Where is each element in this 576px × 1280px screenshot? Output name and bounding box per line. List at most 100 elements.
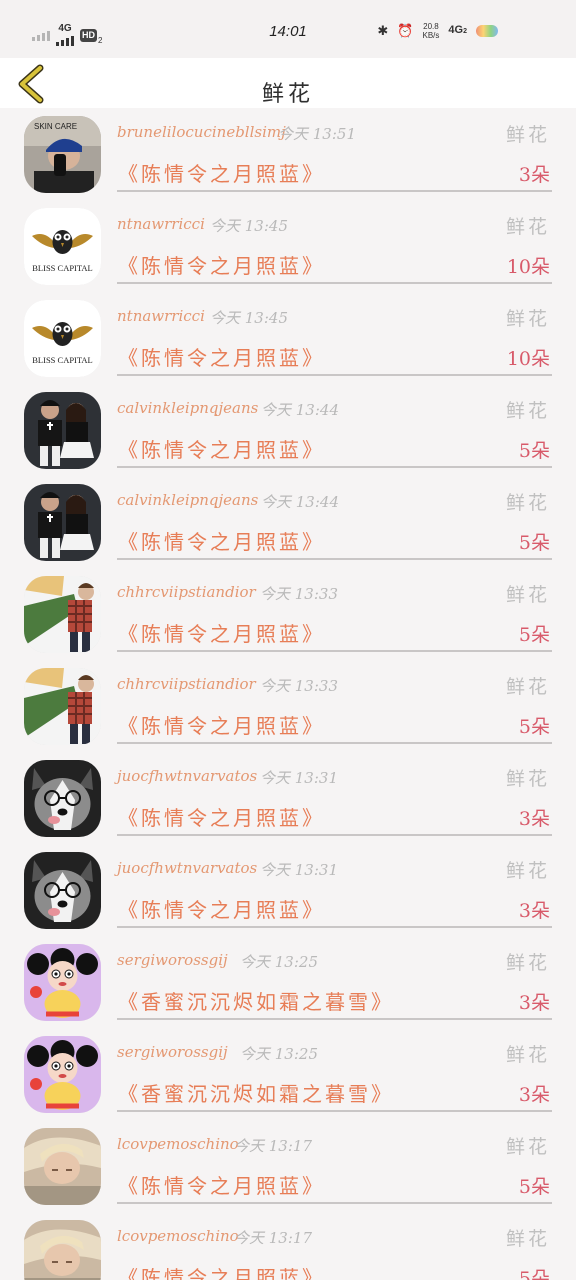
timestamp: 今天 13:51 [278, 125, 356, 143]
nav-bar: 鲜花 [0, 58, 576, 108]
username[interactable]: sergiworossgij [117, 1043, 228, 1061]
avatar[interactable] [24, 668, 101, 745]
row-divider [117, 190, 552, 192]
gift-quantity: 5朵 [518, 440, 550, 462]
list-item[interactable]: sergiworossgij 今天 13:25 鲜花《香蜜沉沉烬如霜之暮雪》 3朵 [0, 936, 576, 1028]
gift-type: 鲜花 [505, 308, 550, 330]
gift-name: 《陈情令之月照蓝》 [118, 438, 325, 462]
status-bar: 4G HD 2 14:01 ✱ ⏰ 20.8 KB/s 4G2 [0, 0, 576, 58]
gift-name: 《陈情令之月照蓝》 [118, 898, 325, 922]
list-item[interactable]: BLISS CAPITAL ntnawrricci 今天 13:45 鲜花 《陈情令之… [0, 292, 576, 384]
gift-list: SKIN CARE brunelilocucinebllsimj 今天 13:51… [0, 108, 576, 1280]
gift-name: 《陈情令之月照蓝》 [118, 162, 325, 186]
row-divider [117, 1018, 552, 1020]
list-item[interactable]: BLISS CAPITAL ntnawrricci 今天 13:45 鲜花 《陈情令之… [0, 200, 576, 292]
gift-quantity: 10朵 [506, 348, 550, 370]
row-divider [117, 650, 552, 652]
timestamp: 今天 13:45 [210, 217, 288, 235]
avatar[interactable] [24, 484, 101, 561]
gift-type: 鲜花 [505, 584, 550, 606]
row-divider [117, 466, 552, 468]
gift-name: 《陈情令之月照蓝》 [118, 346, 325, 370]
page-title: 鲜花 [261, 82, 314, 107]
username[interactable]: lcovpemoschino [117, 1135, 239, 1153]
network-speed: 20.8 KB/s [422, 22, 440, 40]
avatar[interactable] [24, 392, 101, 469]
gift-name: 《香蜜沉沉烬如霜之暮雪》 [118, 990, 394, 1014]
username[interactable]: juocfhwtnvarvatos [117, 767, 257, 785]
gift-type: 鲜花 [505, 124, 550, 146]
timestamp: 今天 13:31 [260, 861, 338, 879]
gift-type: 鲜花 [505, 860, 550, 882]
gift-name: 《香蜜沉沉烬如霜之暮雪》 [118, 1082, 394, 1106]
network-type-right: 4G2 [448, 24, 467, 36]
username[interactable]: calvinkleipnqjeans [117, 399, 258, 417]
gift-quantity: 3朵 [518, 900, 550, 922]
list-item[interactable]: lcovpemoschino 今天 13:17 鲜花 《陈情令之月照蓝》 5朵 [0, 1120, 576, 1212]
gift-type: 鲜花 [505, 1044, 550, 1066]
list-item[interactable]: chhrcviipstiandior 今天 13:33 鲜花 《陈情令之月照蓝》 5朵 [0, 660, 576, 752]
gift-quantity: 3朵 [518, 1084, 550, 1106]
username[interactable]: calvinkleipnqjeans [117, 491, 258, 509]
gift-quantity: 5朵 [518, 624, 550, 646]
avatar[interactable] [24, 1128, 101, 1205]
timestamp: 今天 13:25 [240, 1045, 318, 1063]
svg-text:BLISS CAPITAL: BLISS CAPITAL [32, 263, 92, 273]
timestamp: 今天 13:33 [260, 677, 338, 695]
avatar[interactable] [24, 576, 101, 653]
timestamp: 今天 13:31 [260, 769, 338, 787]
avatar[interactable] [24, 852, 101, 929]
list-item[interactable]: lcovpemoschino 今天 13:17 鲜花 《陈情令之月照蓝》 5朵 [0, 1212, 576, 1280]
list-item[interactable]: juocfhwtnvarvatos 今天 13:31 鲜花《陈情令之月照蓝》 3朵 [0, 844, 576, 936]
username[interactable]: juocfhwtnvarvatos [117, 859, 257, 877]
username[interactable]: chhrcviipstiandior [117, 675, 256, 693]
gift-quantity: 5朵 [518, 532, 550, 554]
avatar[interactable]: SKIN CARE [24, 116, 101, 193]
gift-quantity: 3朵 [518, 992, 550, 1014]
list-item[interactable]: sergiworossgij 今天 13:25 鲜花《香蜜沉沉烬如霜之暮雪》 3朵 [0, 1028, 576, 1120]
alarm-icon: ⏰ [397, 23, 414, 38]
timestamp: 今天 13:44 [261, 401, 339, 419]
gift-name: 《陈情令之月照蓝》 [118, 806, 325, 830]
username[interactable]: sergiworossgij [117, 951, 228, 969]
timestamp: 今天 13:17 [234, 1137, 312, 1155]
timestamp: 今天 13:25 [240, 953, 318, 971]
gift-quantity: 3朵 [518, 164, 550, 186]
avatar[interactable] [24, 1036, 101, 1113]
status-right: ✱ ⏰ 20.8 KB/s 4G2 [377, 22, 498, 40]
svg-text:BLISS CAPITAL: BLISS CAPITAL [32, 355, 92, 365]
gift-name: 《陈情令之月照蓝》 [118, 714, 325, 738]
username[interactable]: brunelilocucinebllsimj [117, 123, 286, 141]
gift-quantity: 5朵 [518, 1268, 550, 1280]
gift-quantity: 10朵 [506, 256, 550, 278]
avatar[interactable] [24, 944, 101, 1021]
list-item[interactable]: calvinkleipnqjeans 今天 13:44 鲜花《陈情令之月照蓝》 5朵 [0, 476, 576, 568]
gift-quantity: 5朵 [518, 1176, 550, 1198]
username[interactable]: ntnawrricci [117, 307, 205, 325]
timestamp: 今天 13:44 [261, 493, 339, 511]
gift-type: 鲜花 [505, 952, 550, 974]
gift-name: 《陈情令之月照蓝》 [118, 254, 325, 278]
avatar[interactable]: BLISS CAPITAL [24, 300, 101, 377]
bluetooth-icon: ✱ [377, 23, 389, 38]
gift-type: 鲜花 [505, 492, 550, 514]
avatar[interactable]: BLISS CAPITAL [24, 208, 101, 285]
gift-quantity: 5朵 [518, 716, 550, 738]
list-item[interactable]: SKIN CARE brunelilocucinebllsimj 今天 13:51… [0, 108, 576, 200]
list-item[interactable]: chhrcviipstiandior 今天 13:33 鲜花 《陈情令之月照蓝》 5朵 [0, 568, 576, 660]
avatar[interactable] [24, 1220, 101, 1280]
username[interactable]: chhrcviipstiandior [117, 583, 256, 601]
gift-name: 《陈情令之月照蓝》 [118, 1174, 325, 1198]
svg-text:SKIN CARE: SKIN CARE [34, 122, 77, 131]
list-item[interactable]: juocfhwtnvarvatos 今天 13:31 鲜花 《陈情令之月照蓝》 3朵 [0, 752, 576, 844]
username[interactable]: ntnawrricci [117, 215, 205, 233]
row-divider [117, 926, 552, 928]
username[interactable]: lcovpemoschino [117, 1227, 239, 1245]
row-divider [117, 374, 552, 376]
gift-name: 《陈情令之月照蓝》 [118, 530, 325, 554]
list-item[interactable]: calvinkleipnqjeans 今天 13:44 鲜花 《陈情令之月照蓝》 5朵 [0, 384, 576, 476]
row-divider [117, 742, 552, 744]
row-divider [117, 1202, 552, 1204]
timestamp: 今天 13:17 [234, 1229, 312, 1247]
avatar[interactable] [24, 760, 101, 837]
